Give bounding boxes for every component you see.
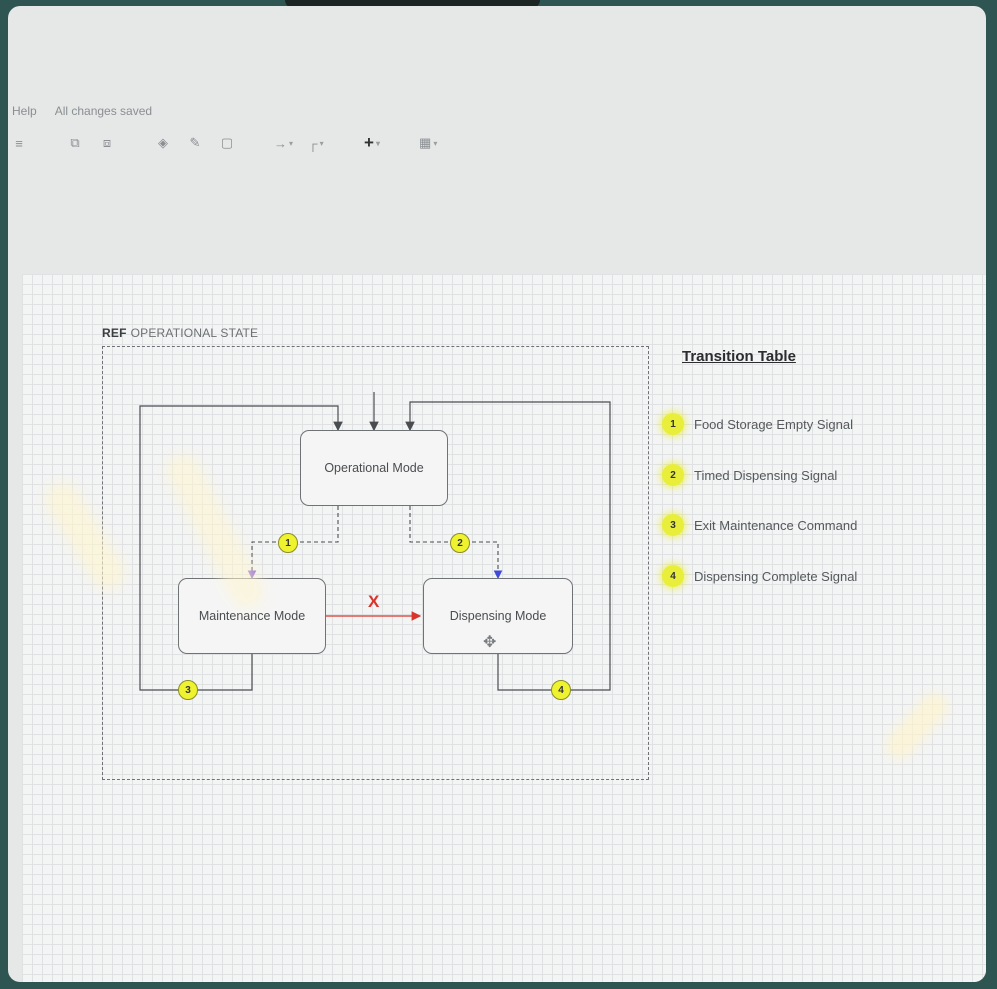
transition-table-row[interactable]: 4 Dispensing Complete Signal <box>662 565 857 587</box>
state-label: Maintenance Mode <box>198 609 306 623</box>
format-icon[interactable]: ≡ <box>10 133 28 153</box>
blocked-marker: X <box>368 592 380 611</box>
connection-icon[interactable]: → ▾ <box>274 133 293 153</box>
fill-color-icon[interactable]: ◈ <box>154 133 172 153</box>
insert-icon[interactable]: + ▾ <box>363 133 381 153</box>
transition-id-badge: 2 <box>662 464 684 486</box>
transition-badge-2[interactable]: 2 <box>450 533 470 553</box>
to-front-icon[interactable]: ⧉ <box>66 133 84 153</box>
transition-label: Food Storage Empty Signal <box>694 416 853 432</box>
to-back-icon[interactable]: ⧈ <box>98 133 116 153</box>
editor-window: Help All changes saved ≡ ⧉ ⧈ ◈ ✎ ▢ → ▾ ┌ ▾… <box>8 6 986 982</box>
state-label: Operational Mode <box>324 461 424 475</box>
menu-item-help[interactable]: Help <box>12 104 37 118</box>
line-color-icon[interactable]: ✎ <box>186 133 204 153</box>
transition-table-title: Transition Table <box>682 348 796 365</box>
toolbar: ≡ ⧉ ⧈ ◈ ✎ ▢ → ▾ ┌ ▾ + ▾ ▦ ▾ <box>10 130 437 156</box>
transition-id-badge: 4 <box>662 565 684 587</box>
transition-label: Exit Maintenance Command <box>694 517 858 533</box>
move-handle-icon[interactable]: ✥ <box>483 632 496 652</box>
transition-badge-3[interactable]: 3 <box>178 680 198 700</box>
table-icon[interactable]: ▦ ▾ <box>419 133 437 153</box>
transition-table-row[interactable]: 3 Exit Maintenance Command <box>662 514 857 536</box>
transition-label: Timed Dispensing Signal <box>694 467 838 483</box>
transition-id-badge: 3 <box>662 514 684 536</box>
state-operational-mode[interactable]: Operational Mode <box>300 430 448 506</box>
menu-bar: Help All changes saved <box>12 101 152 121</box>
diagram-canvas[interactable]: REF OPERATIONAL STATE Operational Mode M… <box>22 274 986 982</box>
state-dispensing-mode[interactable]: Dispensing Mode <box>423 578 573 654</box>
transition-badge-1[interactable]: 1 <box>278 533 298 553</box>
save-status: All changes saved <box>54 104 153 118</box>
transition-badge-4[interactable]: 4 <box>551 680 571 700</box>
state-label: Dispensing Mode <box>449 609 547 623</box>
state-maintenance-mode[interactable]: Maintenance Mode <box>178 578 326 654</box>
shadow-icon[interactable]: ▢ <box>218 133 236 153</box>
transition-label: Dispensing Complete Signal <box>694 568 858 584</box>
transition-id-badge: 1 <box>662 413 684 435</box>
waypoints-icon[interactable]: ┌ ▾ <box>307 133 325 153</box>
transition-table-row[interactable]: 1 Food Storage Empty Signal <box>662 413 853 435</box>
insert-glyph: + <box>364 133 374 152</box>
transition-table-row[interactable]: 2 Timed Dispensing Signal <box>662 464 837 486</box>
